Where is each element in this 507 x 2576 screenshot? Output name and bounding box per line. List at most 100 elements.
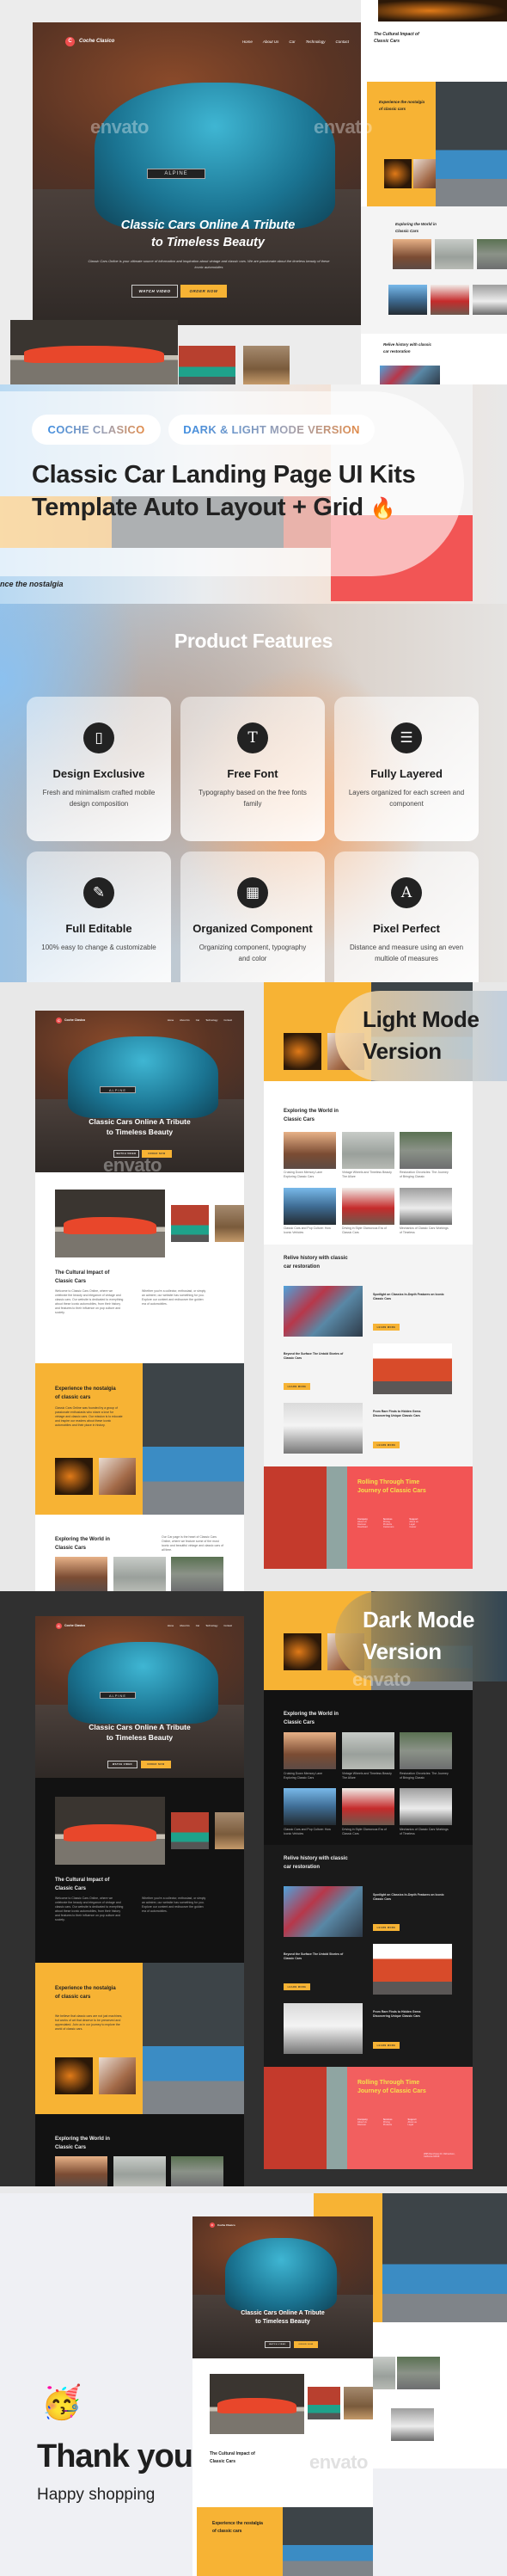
cultural-title: The Cultural Impact of Classic Cars [55,1878,110,1891]
hero-subtitle: Classic Cars Online is your ultimate sou… [88,259,330,269]
mobile-icon: ▯ [83,722,114,753]
feature-card: ▦ Organized Component Organizing compone… [180,851,325,996]
nav-car[interactable]: Car [196,1624,200,1627]
feature-title: Fully Layered [370,767,443,780]
order-now-button[interactable]: ORDER NOW [180,285,227,298]
watermark: envato [90,116,149,138]
logo-icon[interactable]: C [210,2222,215,2228]
dark-mode-section: ALPINE C Coche Clasico Home About Us Car Te… [0,1591,507,2186]
brand-name[interactable]: Coche Clasico [64,1624,85,1627]
thank-you-page-preview: C Coche Clasico Classic Cars Online A Tr… [192,2216,373,2576]
grid-icon: ▦ [237,877,268,908]
watermark: envato [103,1154,162,1176]
nav-about[interactable]: About Us [180,1018,190,1022]
learn-more-button[interactable]: LEARN MORE [373,2042,400,2049]
learn-more-button[interactable]: LEARN MORE [373,1442,400,1448]
nostalgia-title: Experience the nostalgia of classic cars [55,1986,116,2000]
nav-contact[interactable]: Contact [335,40,349,44]
order-now-button[interactable]: ORDER NOW [141,1761,171,1768]
nostalgia-title: Experience the nostalgia of classic cars [55,1386,116,1400]
feature-title: Free Font [227,767,278,780]
nav-home[interactable]: Home [168,1624,174,1627]
feature-card: ▯ Design Exclusive Fresh and minimalism … [27,697,171,841]
watermark: envato [309,2451,368,2473]
order-now-button[interactable]: ORDER NOW [294,2341,318,2348]
feature-card: T Free Font Typography based on the free… [180,697,325,841]
side-nostalgia-title: Experience the nostalgia of classic cars [379,100,425,111]
nostalgia-strip-text: nce the nostalgia [0,580,64,588]
side-cultural-title: The Cultural Impact of Classic Cars [374,32,419,44]
mode-pill: DARK & LIGHT MODE VERSION [168,415,375,445]
hero-title: Classic Cars Online A Tribute to Timeless… [241,2310,325,2325]
relive-title: Relive history with classic car restorati… [284,1856,348,1870]
brand-name[interactable]: Coche Clasico [64,1018,85,1022]
brand-name[interactable]: Coche Clasico [217,2223,235,2227]
layers-icon: ☰ [391,722,422,753]
explore-title: Exploring the World in Classic Cars [284,1712,339,1725]
feature-desc: Organizing component, typography and col… [199,944,307,962]
nav-contact[interactable]: Contact [223,1624,232,1627]
cultural-title: The Cultural Impact of Classic Cars [55,1270,110,1284]
side-explore-title: Exploring the World in Classic Cars [395,222,437,233]
logo-icon[interactable]: C [56,1017,62,1024]
footer-columns: Company About Us Discover Download Services… [357,1518,418,1528]
feature-title: Design Exclusive [52,767,145,780]
thank-you-section: C Coche Clasico Classic Cars Online A Tr… [0,2193,507,2576]
explore-title: Exploring the World in Classic Cars [55,1537,110,1551]
light-page-left: ALPINE C Coche Clasico Home About Us Car Te… [35,1011,244,1591]
footer-title: Rolling Through Time Journey of Classic C… [357,2080,426,2094]
logo-icon[interactable]: C [56,1622,62,1629]
nav-car[interactable]: Car [289,40,295,44]
feature-desc: Distance and measure using an even multi… [349,944,464,962]
learn-more-button[interactable]: LEARN MORE [373,1324,400,1331]
feature-card: ☰ Fully Layered Layers organized for eac… [334,697,479,841]
light-mode-section: ALPINE C Coche Clasico Home About Us Car Te… [0,982,507,1591]
dark-mode-label: Dark Mode Version [363,1607,475,1664]
features-heading: Product Features [174,630,333,652]
feature-desc: 100% easy to change & customizable [41,944,156,951]
main-title-line2: Template Auto Layout + Grid 🔥 [32,494,396,521]
nav-home[interactable]: Home [242,40,253,44]
feature-desc: Typography based on the free fonts famil… [199,789,307,808]
learn-more-button[interactable]: LEARN MORE [284,1383,310,1390]
nav-about[interactable]: About Us [263,40,279,44]
hero-title: Classic Cars Online A Tribute to Timeless… [89,1117,191,1136]
font-icon: T [237,722,268,753]
main-title-line1: Classic Car Landing Page UI Kits [32,461,416,489]
license-plate: ALPINE [147,169,205,179]
explore-title: Exploring the World in Classic Cars [284,1109,339,1122]
watermark: envato [352,1669,411,1690]
feature-title: Full Editable [65,922,132,935]
logo-icon[interactable]: C [65,36,75,46]
feature-card: ✎ Full Editable 100% easy to change & cu… [27,851,171,996]
dark-page-left: ALPINE C Coche Clasico Home About Us Car Te… [35,1616,244,2186]
watch-video-button[interactable]: WATCH VIDEO [131,285,178,298]
feature-desc: Layers organized for each screen and com… [348,789,465,808]
thank-you-title: Thank you [37,2438,193,2475]
cultural-paragraph-2: Whether you're a collector, enthusiast, … [142,1289,206,1306]
brand-name[interactable]: Coche Clasico [79,39,114,44]
learn-more-button[interactable]: LEARN MORE [373,1924,400,1931]
features-section: Product Features ▯ Design Exclusive Fres… [0,604,507,996]
feature-desc: Fresh and minimalism crafted mobile desi… [42,789,156,808]
nav-technology[interactable]: Technology [205,1018,217,1022]
hero-title: Classic Cars Online A Tribute to Timeless… [120,218,296,249]
watch-video-button[interactable]: WATCH VIDEO [265,2341,290,2348]
nav-contact[interactable]: Contact [223,1018,232,1022]
hero-title: Classic Cars Online A Tribute to Timeless… [89,1723,191,1742]
nav-car[interactable]: Car [196,1018,200,1022]
relive-title: Relive history with classic car restorati… [284,1256,348,1270]
happy-shopping-subtitle: Happy shopping [37,2486,156,2504]
nav-about[interactable]: About Us [180,1624,190,1627]
feature-title: Pixel Perfect [372,922,441,935]
nav-technology[interactable]: Technology [205,1624,217,1627]
watermark: envato [314,116,372,138]
top-nav: C Coche Clasico Home About Us Car Techno… [65,34,349,48]
teal-car-photo [179,346,235,384]
nav-home[interactable]: Home [168,1018,174,1022]
orange-porsche-photo [10,320,178,384]
watch-video-button[interactable]: WATCH VIDEO [107,1761,137,1768]
nav-technology[interactable]: Technology [306,40,326,44]
side-page-preview: The Cultural Impact of Classic Cars Exper… [361,0,507,384]
learn-more-button[interactable]: LEARN MORE [284,1983,310,1990]
